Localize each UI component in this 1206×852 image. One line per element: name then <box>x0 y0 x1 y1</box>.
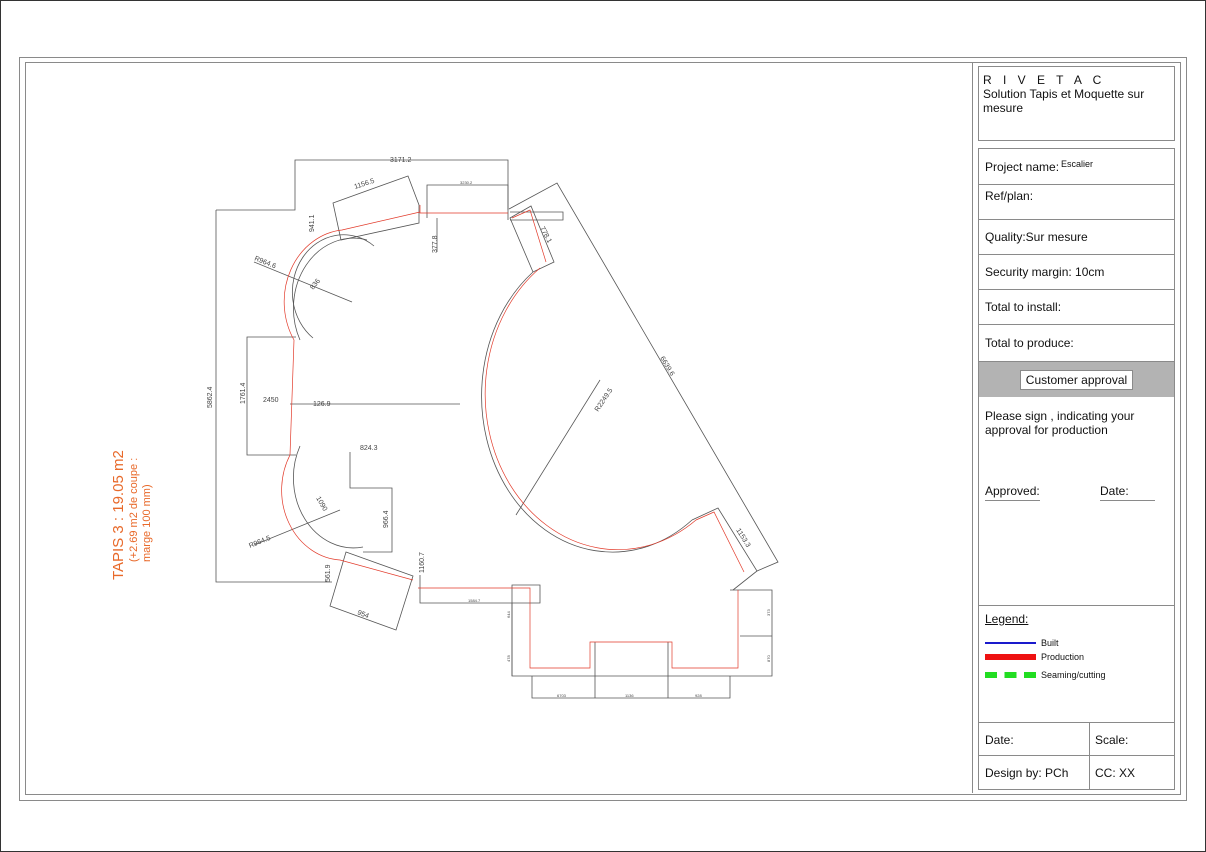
bottom-inner-walls <box>594 642 669 676</box>
dim-label: 1090 <box>314 496 328 513</box>
approval-instruction: Please sign , indicating your approval f… <box>985 409 1135 437</box>
tapis-note-2: marge 100 mm) <box>141 484 153 562</box>
dim-label: 644 <box>506 611 511 618</box>
outer-frame-lines <box>215 159 509 583</box>
legend-built-label: Built <box>1041 638 1059 648</box>
legend-built: Built <box>985 638 1059 648</box>
dim-label: 561.9 <box>325 564 332 582</box>
info-panel: Project name: Escalier Ref/plan: Quality… <box>978 148 1175 790</box>
prod-left-edge <box>281 211 421 581</box>
footer-date: Date: <box>985 733 1014 747</box>
margin-label: Security margin: 10cm <box>985 265 1105 279</box>
footer-cc: CC: XX <box>1095 766 1136 780</box>
install-row: Total to install: <box>979 290 1174 325</box>
legend-divider <box>979 605 1174 606</box>
semicircle-arc <box>481 271 693 553</box>
dim-label: 1584.7 <box>468 598 481 603</box>
title-block: R I V E T A C Solution Tapis et Moquette… <box>972 62 1180 793</box>
approved-field[interactable]: Approved: <box>985 484 1040 501</box>
dim-label: 5862.4 <box>207 386 214 408</box>
dim-label: 2450 <box>263 397 279 404</box>
dim-label: 6639.6 <box>658 355 675 377</box>
project-row: Project name: Escalier <box>979 149 1174 185</box>
legend-seaming-label: Seaming/cutting <box>1041 670 1106 680</box>
dim-label: 3171.2 <box>390 157 412 164</box>
quality-label: Quality:Sur mesure <box>985 230 1088 244</box>
prod-semicircle <box>484 267 697 550</box>
built-line-icon <box>985 642 1036 644</box>
door-block-top <box>332 175 420 241</box>
dim-label: 377.8 <box>432 235 439 253</box>
dim-label: 778.1 <box>538 226 552 245</box>
radius-line <box>515 379 601 516</box>
dim-label: 1761.4 <box>240 382 247 404</box>
tapis-note-1: (+2.69 m2 de coupe : <box>128 457 140 562</box>
dim-label: R964.5 <box>248 535 272 550</box>
dim-label: 6703 <box>557 693 567 698</box>
produce-label: Total to produce: <box>985 336 1074 350</box>
margin-row: Security margin: 10cm <box>979 255 1174 290</box>
customer-approval-button[interactable]: Customer approval <box>1019 369 1134 390</box>
company-box: R I V E T A C Solution Tapis et Moquette… <box>978 66 1175 141</box>
project-label: Project name: <box>985 159 1060 174</box>
bottom-section-walls <box>419 575 773 677</box>
door-block-bottom <box>329 551 414 631</box>
prod-right-step <box>511 209 547 263</box>
prod-bottom-edge <box>418 587 739 669</box>
production-outline <box>281 205 745 669</box>
dim-label: 373 <box>766 609 771 616</box>
footer-scale: Scale: <box>1095 733 1129 747</box>
lower-step-block <box>349 452 393 553</box>
legend-title: Legend: <box>985 612 1029 626</box>
dim-label: 954 <box>356 609 370 620</box>
dim-label: 966.4 <box>383 510 390 528</box>
dim-label: 941.1 <box>309 214 316 232</box>
bottom-dimension-box <box>511 603 731 699</box>
upper-quarter-arc-inner <box>291 234 375 339</box>
bottom-dividers <box>594 635 772 698</box>
dim-label: 824.3 <box>360 445 378 452</box>
dim-label: 928 <box>695 693 702 698</box>
company-subtitle: Solution Tapis et Moquette sur mesure <box>983 87 1145 115</box>
tapis-title: TAPIS 3 : 19.05 m2 <box>110 450 127 580</box>
dim-label: 1160.7 <box>419 552 426 573</box>
dim-label: R2249.5 <box>594 387 615 413</box>
produce-row: Total to produce: <box>979 325 1174 362</box>
seaming-line-icon <box>985 672 1036 678</box>
dim-label: 3230.2 <box>460 180 473 185</box>
project-value: Escalier <box>1061 158 1094 169</box>
top-wall-segment <box>426 184 509 220</box>
approval-date-field[interactable]: Date: <box>1100 484 1155 501</box>
approval-bar: Customer approval <box>979 362 1174 397</box>
footer-divider <box>979 722 1174 723</box>
ref-row: Ref/plan: <box>979 185 1174 220</box>
company-name: R I V E T A C <box>983 73 1106 87</box>
ref-label: Ref/plan: <box>985 189 1034 203</box>
dim-label: 870 <box>766 655 771 662</box>
dim-label: R964.6 <box>253 255 277 270</box>
tapis-area-label: TAPIS 3 : 19.05 m2 (+2.69 m2 de coupe : … <box>110 450 154 580</box>
dim-label: 1136 <box>625 693 634 698</box>
built-outline <box>215 159 779 699</box>
legend-production: Production <box>985 652 1084 662</box>
upper-quarter-arc <box>293 237 368 341</box>
footer-design: Design by: PCh <box>985 766 1069 780</box>
dimension-labels: 3171.2 1156.5 3230.2 941.1 377.8 778.1 R… <box>207 157 771 698</box>
production-line-icon <box>985 654 1036 660</box>
footer-mid-divider <box>979 755 1174 756</box>
prod-top-edge <box>419 205 508 214</box>
prod-right-block <box>695 511 745 573</box>
footer-vertical-divider <box>1089 722 1090 789</box>
quality-row: Quality:Sur mesure <box>979 220 1174 255</box>
lower-quarter-arc <box>293 445 364 549</box>
legend-production-label: Production <box>1041 652 1085 662</box>
left-middle-block <box>246 336 296 456</box>
install-label: Total to install: <box>985 300 1062 314</box>
legend-seaming: Seaming/cutting <box>985 670 1106 680</box>
bottom-right-block <box>691 507 758 591</box>
dim-label: 478 <box>506 655 511 662</box>
dim-label: 126.9 <box>313 401 331 408</box>
